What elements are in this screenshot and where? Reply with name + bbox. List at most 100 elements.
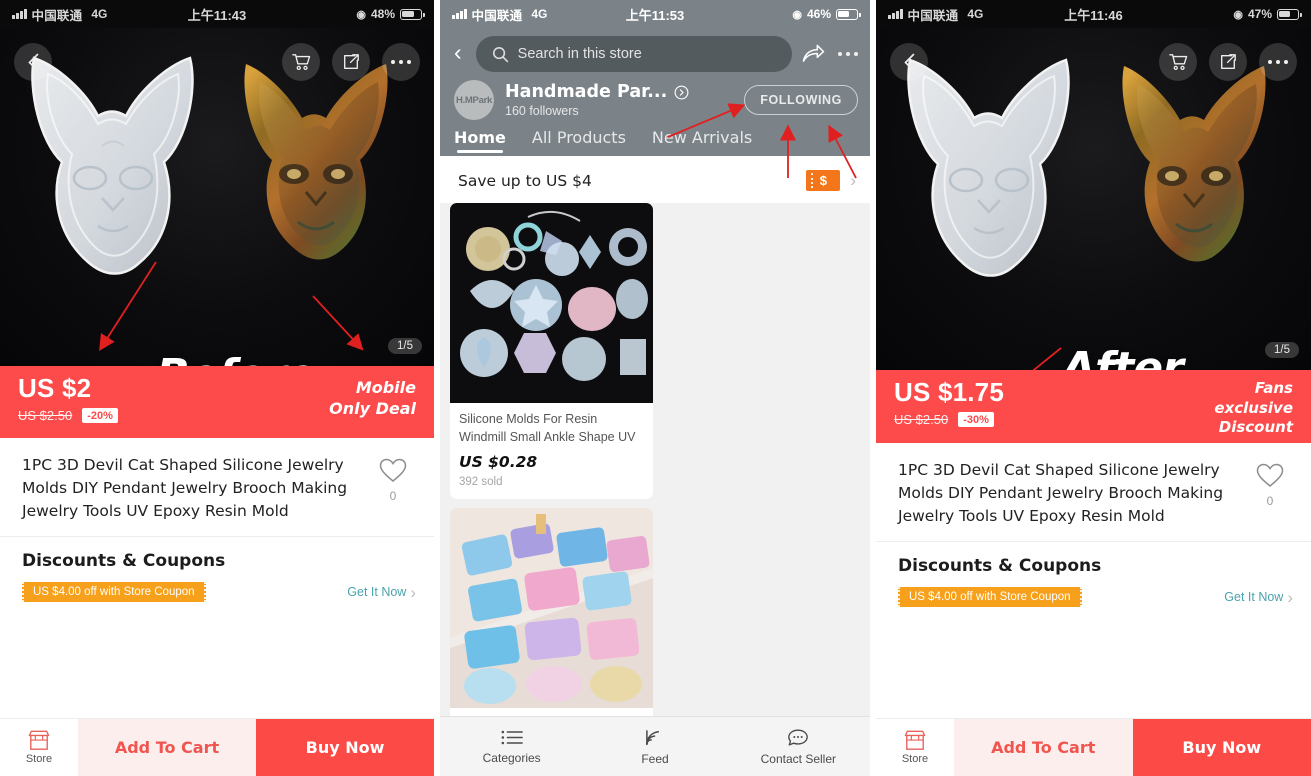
carrier-label: 中国联通 <box>907 8 959 23</box>
price-bar-right: US $1.75 US $2.50 -30% Fans exclusive Di… <box>876 370 1311 443</box>
current-price: US $1.75 <box>894 377 1005 407</box>
discounts-heading: Discounts & Coupons <box>898 556 1102 577</box>
deal-tag-line1: Mobile <box>355 378 416 397</box>
resin-cast-illustration <box>1122 66 1266 262</box>
battery-percent: 48% <box>370 7 395 21</box>
get-it-now-label: Get It Now <box>1224 590 1284 605</box>
store-tabs: Home All Products New Arrivals <box>440 120 870 156</box>
favorite-count: 0 <box>1266 494 1274 508</box>
cart-button[interactable] <box>1159 43 1197 81</box>
store-button[interactable]: Store <box>0 719 78 776</box>
favorite-control[interactable]: 0 <box>368 454 418 522</box>
store-name-block[interactable]: Handmade Par... 160 followers <box>505 82 689 118</box>
buy-now-button[interactable]: Buy Now <box>256 719 434 776</box>
tab-new-arrivals[interactable]: New Arrivals <box>652 128 752 156</box>
cart-icon <box>1169 54 1188 71</box>
product-photo-after[interactable]: After 1/5 <box>876 28 1311 370</box>
following-button[interactable]: FOLLOWING <box>744 85 858 115</box>
heart-icon <box>1256 463 1284 487</box>
tab-all-products[interactable]: All Products <box>532 128 626 156</box>
status-bar-right: 中国联通 4G 上午11:46 ◉ 47% <box>876 0 1311 28</box>
carrier-label: 中国联通 <box>471 8 523 23</box>
chevron-left-icon <box>27 53 38 71</box>
chevron-right-icon: › <box>850 171 856 190</box>
status-right-group: ◉ 47% <box>1233 7 1302 21</box>
more-button[interactable] <box>1259 43 1297 81</box>
share-icon <box>1221 54 1236 69</box>
panel-store-home: 中国联通 4G 上午11:53 ◉ 46% ‹ Search in this s… <box>440 0 870 776</box>
product-card-title: Silicone Molds For Resin Windmill Small … <box>459 412 636 444</box>
favorite-control[interactable]: 0 <box>1245 459 1295 527</box>
search-input[interactable]: Search in this store <box>475 36 792 72</box>
discounts-heading: Discounts & Coupons <box>22 551 226 572</box>
chat-icon <box>788 728 809 746</box>
product-title-block-left: 1PC 3D Devil Cat Shaped Silicone Jewelry… <box>0 438 434 538</box>
signal-bars-icon <box>12 9 27 19</box>
promo-save-text: Save up to US $4 <box>458 171 592 190</box>
signal-bars-icon <box>888 9 903 19</box>
product-title: 1PC 3D Devil Cat Shaped Silicone Jewelry… <box>898 461 1224 525</box>
favorite-count: 0 <box>389 489 397 503</box>
chevron-circle-right-icon <box>674 85 689 99</box>
search-row: ‹ Search in this store <box>440 28 870 78</box>
battery-percent: 46% <box>806 7 831 21</box>
back-button[interactable] <box>14 43 52 81</box>
back-button[interactable] <box>890 43 928 81</box>
share-icon <box>344 54 359 69</box>
chevron-left-icon <box>903 53 914 71</box>
share-button[interactable] <box>1209 43 1247 81</box>
get-it-now-link[interactable]: Get It Now › <box>347 584 416 601</box>
store-button[interactable]: Store <box>876 719 954 776</box>
more-button[interactable] <box>382 43 420 81</box>
signal-bars-icon <box>452 9 467 19</box>
store-icon <box>904 730 926 750</box>
share-button[interactable] <box>332 43 370 81</box>
photo-overlay-label: After <box>1062 343 1184 370</box>
photo-nav-actions <box>1159 43 1297 81</box>
store-label: Store <box>25 753 53 765</box>
screenshot-stage: 中国联通 4G 上午11:43 ◉ 48% 1/5 US $2 US $2.50… <box>0 0 1311 776</box>
chevron-right-icon: › <box>1287 587 1293 607</box>
tab-categories[interactable]: Categories <box>440 729 583 765</box>
add-to-cart-button[interactable]: Add To Cart <box>954 719 1133 776</box>
store-avatar[interactable]: H.MPark <box>454 80 494 120</box>
deal-tag-line3: Discount <box>1218 418 1293 436</box>
discounts-section-right: Discounts & Coupons US $4.00 off with St… <box>876 542 1311 619</box>
product-card[interactable]: Silicone Molds For Resin Windmill Small … <box>450 203 653 499</box>
deal-tag-line1: Fans <box>1254 379 1293 397</box>
price-group: US $1.75 US $2.50 -30% <box>894 377 1005 428</box>
feed-icon <box>646 729 660 745</box>
store-name-row: Handmade Par... <box>505 82 689 102</box>
share-icon[interactable] <box>802 44 825 64</box>
photo-top-nav-right <box>876 34 1311 90</box>
photo-nav-actions <box>282 43 420 81</box>
get-it-now-link[interactable]: Get It Now › <box>1224 589 1293 606</box>
coupon-row[interactable]: US $4.00 off with Store Coupon Get It No… <box>22 582 416 603</box>
back-button[interactable]: ‹ <box>452 41 466 67</box>
status-left-group: 中国联通 4G <box>12 5 107 24</box>
search-placeholder: Search in this store <box>517 46 642 62</box>
shaker-molds-quicksand-image <box>450 508 653 708</box>
add-to-cart-button[interactable]: Add To Cart <box>78 719 256 776</box>
coupon-row[interactable]: US $4.00 off with Store Coupon Get It No… <box>898 587 1293 608</box>
product-image <box>450 203 653 403</box>
battery-icon <box>400 8 425 20</box>
tab-feed[interactable]: Feed <box>583 728 726 766</box>
price-secondary-row: US $2.50 -30% <box>894 412 1004 428</box>
status-left-group: 中国联通 4G <box>888 5 983 24</box>
tab-contact-seller[interactable]: Contact Seller <box>727 728 870 766</box>
discount-badge: -20% <box>82 408 118 424</box>
store-coupon-chip[interactable]: US $4.00 off with Store Coupon <box>898 587 1082 608</box>
store-coupon-chip[interactable]: US $4.00 off with Store Coupon <box>22 582 206 603</box>
more-icon[interactable] <box>837 51 858 57</box>
promo-save-row[interactable]: Save up to US $4 $ › <box>440 156 870 203</box>
tab-home[interactable]: Home <box>454 128 506 156</box>
product-title: 1PC 3D Devil Cat Shaped Silicone Jewelry… <box>22 456 348 520</box>
location-icon: ◉ <box>792 8 802 21</box>
bottom-tab-bar: Categories Feed Contact Seller <box>440 716 870 776</box>
current-price: US $2 <box>18 373 92 403</box>
cart-button[interactable] <box>282 43 320 81</box>
buy-now-button[interactable]: Buy Now <box>1132 719 1311 776</box>
product-photo-before[interactable]: Before 1/5 <box>0 28 434 366</box>
resin-molds-assorted-image <box>450 203 653 403</box>
